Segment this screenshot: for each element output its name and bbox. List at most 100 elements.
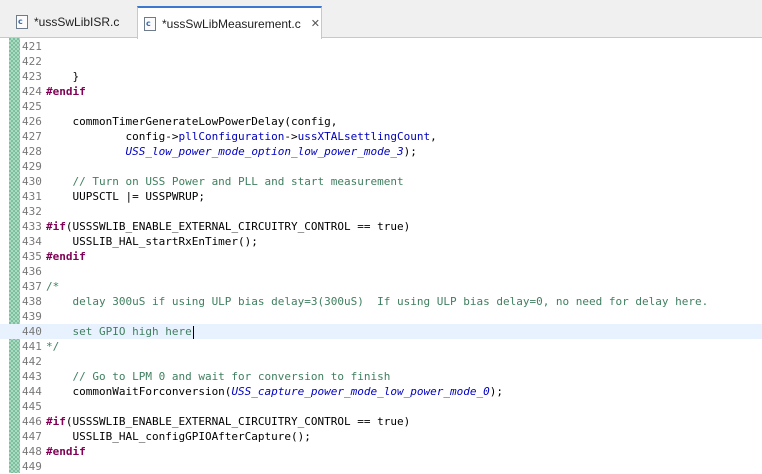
code-line[interactable]: 443 // Go to LPM 0 and wait for conversi… bbox=[0, 369, 762, 384]
code-token: // Go to LPM 0 and wait for conversion t… bbox=[46, 370, 391, 383]
code-line[interactable]: 444 commonWaitForconversion(USS_capture_… bbox=[0, 384, 762, 399]
code-editor[interactable]: 421 422 423 } 424 #endif 425 426 commonTimerGe… bbox=[0, 38, 762, 473]
code-token: commonWaitForconversion( bbox=[46, 385, 232, 398]
line-number: 430 bbox=[22, 175, 42, 188]
line-number: 441 bbox=[22, 340, 42, 353]
code-line[interactable]: 439 bbox=[0, 309, 762, 324]
line-number: 443 bbox=[22, 370, 42, 383]
code-token: } bbox=[46, 70, 80, 83]
line-number: 448 bbox=[22, 445, 42, 458]
code-line[interactable]: 438 delay 300uS if using ULP bias delay=… bbox=[0, 294, 762, 309]
code-token: pllConfiguration bbox=[178, 130, 285, 143]
code-token: -> bbox=[284, 130, 298, 143]
line-code: USS_low_power_mode_option_low_power_mode… bbox=[46, 144, 417, 159]
line-code: delay 300uS if using ULP bias delay=3(30… bbox=[46, 294, 708, 309]
code-line[interactable]: 436 bbox=[0, 264, 762, 279]
line-code: USSLIB_HAL_configGPIOAfterCapture(); bbox=[46, 429, 311, 444]
code-token: config-> bbox=[46, 130, 179, 143]
code-token: #endif bbox=[46, 250, 86, 263]
code-line[interactable]: 427 config->pllConfiguration->ussXTALset… bbox=[0, 129, 762, 144]
line-code: USSLIB_HAL_startRxEnTimer(); bbox=[46, 234, 258, 249]
code-token: (USSSWLIB_ENABLE_EXTERNAL_CIRCUITRY_CONT… bbox=[65, 415, 411, 428]
line-code: #if(USSSWLIB_ENABLE_EXTERNAL_CIRCUITRY_C… bbox=[46, 414, 410, 429]
line-number: 433 bbox=[22, 220, 42, 233]
line-code: #endif bbox=[46, 249, 86, 264]
code-token: USSLIB_HAL_configGPIOAfterCapture(); bbox=[46, 430, 311, 443]
close-icon[interactable]: ✕ bbox=[311, 17, 320, 30]
line-code: commonWaitForconversion(USS_capture_powe… bbox=[46, 384, 503, 399]
code-token: USSLIB_HAL_startRxEnTimer(); bbox=[46, 235, 258, 248]
code-line[interactable]: 421 bbox=[0, 39, 762, 54]
line-code: // Turn on USS Power and PLL and start m… bbox=[46, 174, 404, 189]
line-number: 442 bbox=[22, 355, 42, 368]
code-line[interactable]: 425 bbox=[0, 99, 762, 114]
code-token: USS_low_power_mode_option_low_power_mode… bbox=[125, 145, 404, 158]
line-code: #endif bbox=[46, 444, 86, 459]
line-number: 435 bbox=[22, 250, 42, 263]
code-line[interactable]: 430 // Turn on USS Power and PLL and sta… bbox=[0, 174, 762, 189]
line-number: 423 bbox=[22, 70, 42, 83]
code-line[interactable]: 431 UUPSCTL |= USSPWRUP; bbox=[0, 189, 762, 204]
line-number: 438 bbox=[22, 295, 42, 308]
code-token: #endif bbox=[46, 85, 86, 98]
line-code: #if(USSSWLIB_ENABLE_EXTERNAL_CIRCUITRY_C… bbox=[46, 219, 410, 234]
code-token: commonTimerGenerateLowPowerDelay(config, bbox=[46, 115, 338, 128]
line-code: set GPIO high here bbox=[46, 324, 194, 339]
line-code: config->pllConfiguration->ussXTALsettlin… bbox=[46, 129, 437, 144]
code-token: USS_capture_power_mode_low_power_mode_0 bbox=[231, 385, 490, 398]
code-line[interactable]: 445 bbox=[0, 399, 762, 414]
code-line[interactable]: 449 bbox=[0, 459, 762, 474]
code-token: #if bbox=[46, 415, 66, 428]
code-token: #if bbox=[46, 220, 66, 233]
line-number: 422 bbox=[22, 55, 42, 68]
line-number: 437 bbox=[22, 280, 42, 293]
code-line[interactable]: 426 commonTimerGenerateLowPowerDelay(con… bbox=[0, 114, 762, 129]
line-number: 445 bbox=[22, 400, 42, 413]
code-token: // Turn on USS Power and PLL and start m… bbox=[46, 175, 404, 188]
line-number: 427 bbox=[22, 130, 42, 143]
line-code: // Go to LPM 0 and wait for conversion t… bbox=[46, 369, 390, 384]
code-token: ); bbox=[489, 385, 503, 398]
code-token: ); bbox=[403, 145, 417, 158]
line-code: /* bbox=[46, 279, 59, 294]
code-line[interactable]: 423 } bbox=[0, 69, 762, 84]
line-number: 447 bbox=[22, 430, 42, 443]
code-line[interactable]: 429 bbox=[0, 159, 762, 174]
line-number: 426 bbox=[22, 115, 42, 128]
code-line[interactable]: 448 #endif bbox=[0, 444, 762, 459]
code-line[interactable]: 446 #if(USSSWLIB_ENABLE_EXTERNAL_CIRCUITR… bbox=[0, 414, 762, 429]
code-token: , bbox=[430, 130, 437, 143]
code-line[interactable]: 433 #if(USSSWLIB_ENABLE_EXTERNAL_CIRCUITR… bbox=[0, 219, 762, 234]
code-line[interactable]: 428 USS_low_power_mode_option_low_power_… bbox=[0, 144, 762, 159]
line-number: 421 bbox=[22, 40, 42, 53]
tab-ussSwLibMeasurement[interactable]: c *ussSwLibMeasurement.c ✕ bbox=[137, 6, 322, 39]
line-number: 444 bbox=[22, 385, 42, 398]
editor-tab-bar: c *ussSwLibISR.c c *ussSwLibMeasurement.… bbox=[0, 0, 762, 39]
tab-ussSwLibISR[interactable]: c *ussSwLibISR.c bbox=[0, 6, 135, 38]
code-line[interactable]: 447 USSLIB_HAL_configGPIOAfterCapture(); bbox=[0, 429, 762, 444]
c-file-icon: c bbox=[16, 15, 28, 29]
code-line[interactable]: 435 #endif bbox=[0, 249, 762, 264]
code-line[interactable]: 442 bbox=[0, 354, 762, 369]
line-number: 439 bbox=[22, 310, 42, 323]
line-code: } bbox=[46, 69, 79, 84]
c-file-icon: c bbox=[144, 16, 156, 31]
line-code: UUPSCTL |= USSPWRUP; bbox=[46, 189, 204, 204]
line-code: */ bbox=[46, 339, 59, 354]
code-token: delay 300uS if using ULP bias delay=3(30… bbox=[46, 295, 709, 308]
code-token: /* bbox=[46, 280, 60, 293]
tab-label: *ussSwLibISR.c bbox=[34, 15, 120, 29]
code-line[interactable]: 441 */ bbox=[0, 339, 762, 354]
line-code: #endif bbox=[46, 84, 86, 99]
code-line[interactable]: 437 /* bbox=[0, 279, 762, 294]
code-line[interactable]: 424 #endif bbox=[0, 84, 762, 99]
code-line[interactable]: 432 bbox=[0, 204, 762, 219]
line-number: 446 bbox=[22, 415, 42, 428]
code-line[interactable]: 440 set GPIO high here bbox=[0, 324, 762, 339]
code-token: #endif bbox=[46, 445, 86, 458]
code-line[interactable]: 422 bbox=[0, 54, 762, 69]
code-line[interactable]: 434 USSLIB_HAL_startRxEnTimer(); bbox=[0, 234, 762, 249]
code-token: set GPIO high here bbox=[46, 325, 192, 338]
line-number: 436 bbox=[22, 265, 42, 278]
